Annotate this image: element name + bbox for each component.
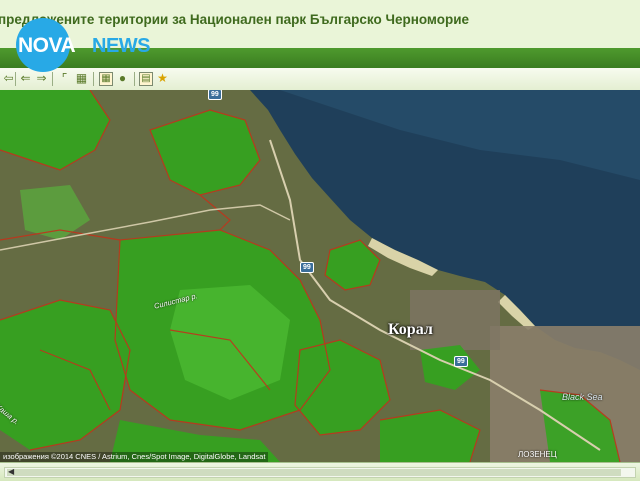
crop-icon[interactable]: ▦ — [74, 71, 89, 86]
globe-icon[interactable]: ● — [115, 71, 130, 86]
arrow-left-icon[interactable]: ⇐ — [18, 71, 33, 86]
imagery-credit: изображения ©2014 CNES / Astrium, Cnes/S… — [0, 452, 269, 462]
print-icon[interactable]: ▤ — [139, 72, 153, 86]
town-label: ЛОЗЕНЕЦ — [518, 450, 557, 459]
arrow-left-icon[interactable]: ⇦ — [1, 71, 16, 86]
map-canvas[interactable]: Корал Black Sea ЛОЗЕНЕЦ Силистар р. Каша… — [0, 90, 640, 462]
nova-news-logo: NOVA NEWS — [16, 18, 151, 72]
place-label: Корал — [388, 321, 433, 338]
status-bar: ◀ — [0, 462, 640, 481]
road-shield: 99 — [208, 90, 222, 100]
sea-label: Black Sea — [562, 392, 603, 402]
toolbar-divider — [134, 72, 135, 86]
map-layer-icon[interactable]: ▦ — [99, 72, 113, 86]
road-shield: 99 — [454, 356, 468, 367]
logo-nova-text: NOVA — [18, 34, 76, 57]
scroll-left-icon[interactable]: ◀ — [8, 467, 14, 476]
logo-news-text: NEWS — [92, 35, 151, 57]
star-icon[interactable]: ★ — [155, 71, 170, 86]
road-shield: 99 — [300, 262, 314, 273]
arrow-right-icon[interactable]: ⇒ — [34, 71, 49, 86]
scrollbar-thumb[interactable] — [7, 469, 621, 476]
toolbar-divider — [93, 72, 94, 86]
toolbar-divider — [15, 72, 16, 86]
toolbar-divider — [52, 72, 53, 86]
horizontal-scrollbar[interactable] — [4, 467, 636, 478]
select-icon[interactable]: ⌜ — [57, 71, 72, 86]
